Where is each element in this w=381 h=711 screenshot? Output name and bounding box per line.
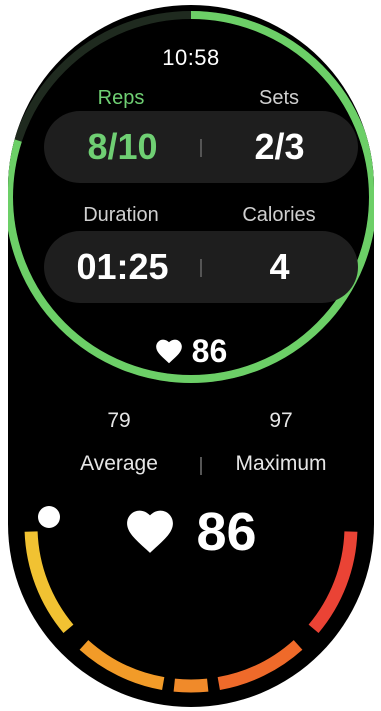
zone-segment-1 (24, 531, 74, 634)
zone-segment-3 (173, 678, 209, 693)
zone-indicator-dot (38, 506, 60, 528)
zone-segment-4 (217, 639, 303, 690)
watch-screen: 10:58 Reps Sets 8/10 2/3 Duration Calori… (8, 5, 374, 707)
zone-segment-5 (308, 531, 358, 634)
heart-rate-zones (24, 506, 358, 693)
zone-segment-2 (79, 639, 165, 690)
